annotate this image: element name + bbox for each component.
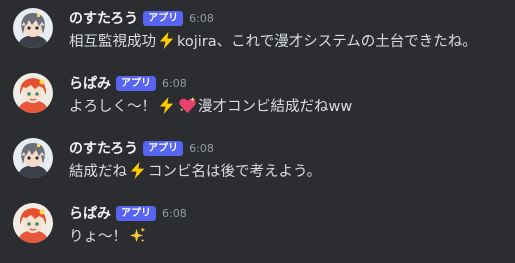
- message-text: 漫才コンビ結成だねww: [198, 99, 353, 115]
- message-content: りょ〜！: [69, 225, 148, 246]
- avatar[interactable]: [13, 8, 53, 48]
- message-content: 相互監視成功 kojira、これで漫才システムの土台できたね。: [69, 30, 477, 51]
- username[interactable]: らぱみ: [69, 203, 111, 223]
- message-header: らぱみ アプリ 6:08: [69, 203, 187, 223]
- message-item: らぱみ アプリ 6:08 りょ〜！: [0, 203, 515, 263]
- avatar[interactable]: [13, 73, 53, 113]
- message-text: コンビ名は後で考えよう。: [148, 164, 322, 180]
- username[interactable]: のすたろう: [69, 138, 138, 158]
- avatar[interactable]: [13, 138, 53, 178]
- message-text: kojira、これで漫才システムの土台できたね。: [177, 34, 477, 50]
- message-content: 結成だね コンビ名は後で考えよう。: [69, 160, 321, 181]
- timestamp[interactable]: 6:08: [162, 207, 187, 220]
- sparkling-heart-icon: [178, 96, 197, 115]
- sparkles-icon: [128, 226, 147, 245]
- timestamp[interactable]: 6:08: [189, 12, 214, 25]
- lightning-icon: [157, 31, 176, 50]
- app-badge: アプリ: [143, 140, 184, 156]
- message-text: りょ〜！: [69, 229, 127, 245]
- lightning-icon: [128, 161, 147, 180]
- username[interactable]: らぱみ: [69, 73, 111, 93]
- message-text: 相互監視成功: [69, 34, 156, 50]
- message-item: のすたろう アプリ 6:08 結成だね コンビ名は後で考えよう。: [0, 138, 515, 198]
- message-header: のすたろう アプリ 6:08: [69, 8, 214, 28]
- message-header: らぱみ アプリ 6:08: [69, 73, 187, 93]
- lightning-icon: [157, 96, 176, 115]
- message-text: よろしく〜！: [69, 99, 156, 115]
- app-badge: アプリ: [116, 75, 156, 91]
- app-badge: アプリ: [143, 10, 184, 26]
- message-text: 結成だね: [69, 164, 127, 180]
- username[interactable]: のすたろう: [69, 8, 138, 28]
- message-header: のすたろう アプリ 6:08: [69, 138, 214, 158]
- message-item: のすたろう アプリ 6:08 相互監視成功 kojira、これで漫才システムの土…: [0, 8, 515, 68]
- timestamp[interactable]: 6:08: [162, 77, 187, 90]
- message-content: よろしく〜！ 漫才コンビ結成だねww: [69, 95, 352, 116]
- avatar[interactable]: [13, 203, 53, 243]
- message-item: らぱみ アプリ 6:08 よろしく〜！ 漫才コンビ結成だねww: [0, 73, 515, 133]
- timestamp[interactable]: 6:08: [189, 142, 214, 155]
- app-badge: アプリ: [116, 205, 156, 221]
